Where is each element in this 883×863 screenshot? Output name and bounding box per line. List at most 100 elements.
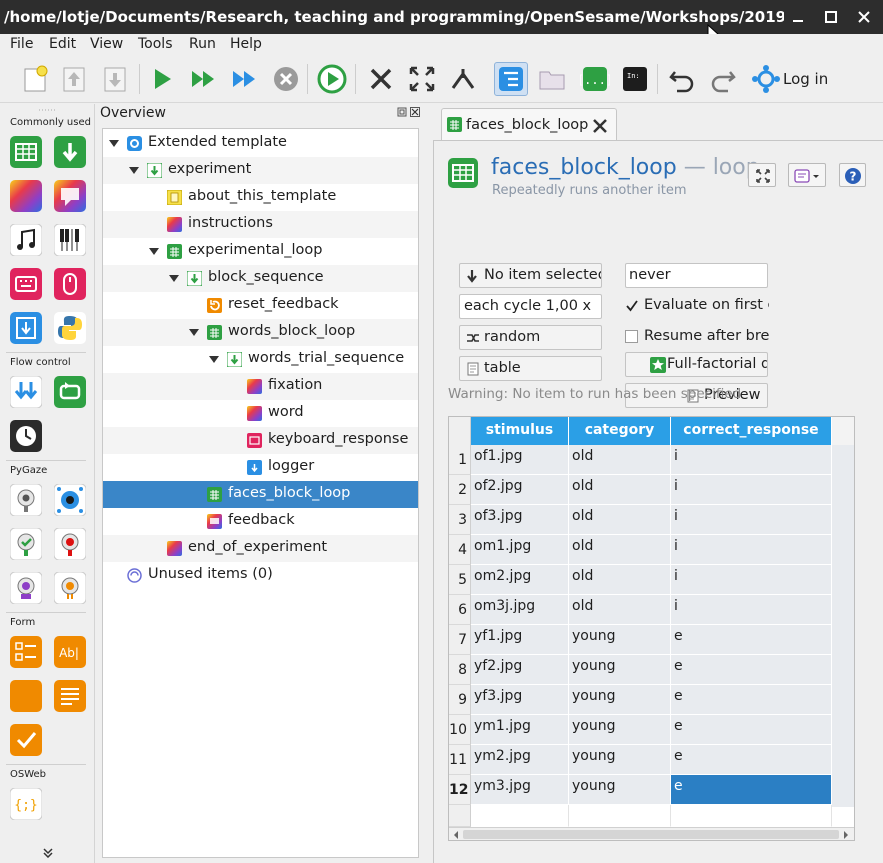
expand-arrow-icon[interactable] [209, 356, 219, 363]
menu-file[interactable]: File [10, 36, 33, 52]
table-cell[interactable]: i [671, 565, 832, 595]
pygaze-log-item-button[interactable] [10, 572, 42, 604]
collapse-button[interactable] [446, 62, 480, 96]
overview-toggle-button[interactable] [494, 62, 528, 96]
column-header-empty[interactable] [832, 417, 854, 445]
column-header[interactable]: correct_response [671, 417, 832, 445]
checkbox-unchecked[interactable] [625, 330, 638, 343]
minimize-button[interactable] [783, 0, 813, 34]
table-cell[interactable]: e [671, 715, 832, 745]
table-cell[interactable]: ym1.jpg [471, 715, 569, 745]
table-cell[interactable]: i [671, 475, 832, 505]
pygaze-drift-correct-item-button[interactable] [54, 484, 86, 516]
table-cell[interactable]: i [671, 535, 832, 565]
fullscreen-button[interactable] [405, 62, 439, 96]
table-cell[interactable]: of3.jpg [471, 505, 569, 535]
menu-run[interactable]: Run [189, 36, 216, 52]
form-text-input-item-button[interactable]: Ab| [54, 636, 86, 668]
undo-button[interactable] [665, 62, 699, 96]
close-window-button[interactable] [849, 0, 879, 34]
table-cell[interactable]: i [671, 595, 832, 625]
run-fast-button[interactable] [186, 62, 220, 96]
tree-item-logger[interactable]: logger [103, 454, 418, 481]
row-number[interactable]: 9 [449, 685, 471, 715]
table-cell[interactable]: yf3.jpg [471, 685, 569, 715]
item-title[interactable]: faces_block_loop — loop [491, 155, 760, 180]
tab-faces-block-loop[interactable]: faces_block_loop [441, 108, 617, 141]
resume-after-break-checkbox[interactable]: Resume after brea [625, 327, 769, 349]
full-factorial-button[interactable]: Full-factorial de [625, 352, 768, 377]
table-cell[interactable]: e [671, 745, 832, 775]
table-cell[interactable]: ym3.jpg [471, 775, 569, 805]
tree-item-words-block-loop[interactable]: words_block_loop [103, 319, 418, 346]
expand-arrow-icon[interactable] [109, 140, 119, 147]
pygaze-stop-recording-item-button[interactable] [54, 528, 86, 560]
evaluate-first-checkbox[interactable]: Evaluate on first c [625, 296, 769, 318]
table-cell[interactable]: young [569, 655, 671, 685]
synth-item-button[interactable] [54, 224, 86, 256]
sketchpad-item-button[interactable] [10, 180, 42, 212]
menu-view[interactable]: View [90, 36, 123, 52]
redo-button[interactable] [706, 62, 740, 96]
table-cell[interactable]: old [569, 505, 671, 535]
form-base-item-button[interactable] [10, 680, 42, 712]
expand-arrow-icon[interactable] [129, 167, 139, 174]
row-number[interactable]: 11 [449, 745, 471, 775]
item-description[interactable]: Repeatedly runs another item [492, 183, 687, 198]
form-text-display-item-button[interactable] [54, 680, 86, 712]
table-cell-empty[interactable] [471, 805, 569, 827]
login-label[interactable]: Log in [783, 70, 828, 88]
loop-item-button[interactable] [10, 136, 42, 168]
table-cell[interactable]: young [569, 685, 671, 715]
table-cell[interactable]: young [569, 745, 671, 775]
save-button[interactable] [98, 62, 132, 96]
tree-item-extended-template[interactable]: Extended template [103, 130, 418, 157]
run-button[interactable] [145, 62, 179, 96]
table-cell[interactable]: young [569, 625, 671, 655]
column-header[interactable]: stimulus [471, 417, 569, 445]
table-cell[interactable]: of1.jpg [471, 445, 569, 475]
help-button[interactable]: ? [839, 163, 866, 187]
row-number[interactable]: 2 [449, 475, 471, 505]
table-cell[interactable]: ym2.jpg [471, 745, 569, 775]
tree-item-experimental-loop[interactable]: experimental_loop [103, 238, 418, 265]
row-number[interactable]: 7 [449, 625, 471, 655]
open-button[interactable] [57, 62, 91, 96]
row-number[interactable]: 8 [449, 655, 471, 685]
form-multiple-choice-item-button[interactable] [10, 636, 42, 668]
tree-item-fixation[interactable]: fixation [103, 373, 418, 400]
close-tab-icon[interactable] [592, 118, 608, 134]
table-cell[interactable]: yf1.jpg [471, 625, 569, 655]
form-consent-item-button[interactable] [10, 724, 42, 756]
expand-arrow-icon[interactable] [189, 329, 199, 336]
pygaze-init-item-button[interactable] [10, 484, 42, 516]
drag-handle-icon[interactable] [37, 107, 57, 113]
table-cell[interactable]: of2.jpg [471, 475, 569, 505]
vertical-scrollbar[interactable] [854, 417, 855, 828]
row-number[interactable]: 3 [449, 505, 471, 535]
tree-item-feedback[interactable]: feedback [103, 508, 418, 535]
tree-item-word[interactable]: word [103, 400, 418, 427]
table-cell[interactable]: old [569, 595, 671, 625]
row-number[interactable]: 5 [449, 565, 471, 595]
table-cell[interactable]: old [569, 535, 671, 565]
expand-arrow-icon[interactable] [169, 275, 179, 282]
pygaze-wait-item-button[interactable] [54, 572, 86, 604]
tree-item-faces-block-loop[interactable]: faces_block_loop [103, 481, 418, 508]
item-name[interactable]: faces_block_loop [491, 155, 677, 180]
table-cell[interactable]: old [569, 475, 671, 505]
float-panel-icon[interactable] [397, 107, 407, 117]
mouse-item-button[interactable] [54, 268, 86, 300]
stop-button[interactable] [269, 62, 303, 96]
file-pool-button[interactable] [535, 62, 569, 96]
table-cell[interactable]: e [671, 625, 832, 655]
tree-item-block-sequence[interactable]: block_sequence [103, 265, 418, 292]
tree-item-keyboard-response[interactable]: keyboard_response [103, 427, 418, 454]
sequence-item-button[interactable] [54, 136, 86, 168]
close-panel-icon[interactable] [410, 107, 420, 117]
feedback-item-button[interactable] [54, 180, 86, 212]
table-cell[interactable]: i [671, 505, 832, 535]
tree-item-about-this-template[interactable]: about_this_template [103, 184, 418, 211]
maximize-editor-button[interactable] [748, 163, 776, 187]
table-cell[interactable]: om1.jpg [471, 535, 569, 565]
